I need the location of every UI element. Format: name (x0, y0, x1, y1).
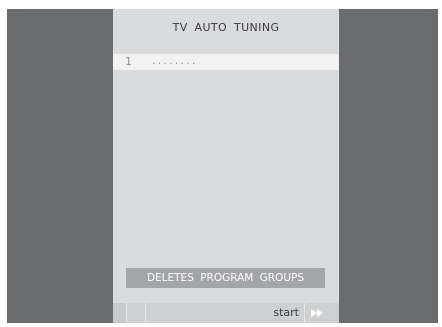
program-name-placeholder: ........ (152, 54, 198, 67)
bottom-bar-left-segment (113, 303, 126, 323)
menu-title: TV AUTO TUNING (172, 21, 280, 34)
start-button[interactable]: start (273, 306, 299, 319)
tv-menu-panel: TV AUTO TUNING 1 ........ DELETES PROGRA… (113, 9, 339, 323)
bottom-bar-divider (126, 303, 127, 323)
bottom-bar-divider (145, 303, 146, 323)
program-number: 1 (125, 55, 132, 68)
program-row-1[interactable]: 1 ........ (113, 54, 339, 70)
bottom-navigation-bar: start (113, 303, 339, 323)
fast-forward-icon[interactable] (311, 309, 325, 317)
deletes-program-groups-button[interactable]: DELETES PROGRAM GROUPS (126, 268, 325, 288)
bottom-bar-divider (304, 303, 305, 323)
